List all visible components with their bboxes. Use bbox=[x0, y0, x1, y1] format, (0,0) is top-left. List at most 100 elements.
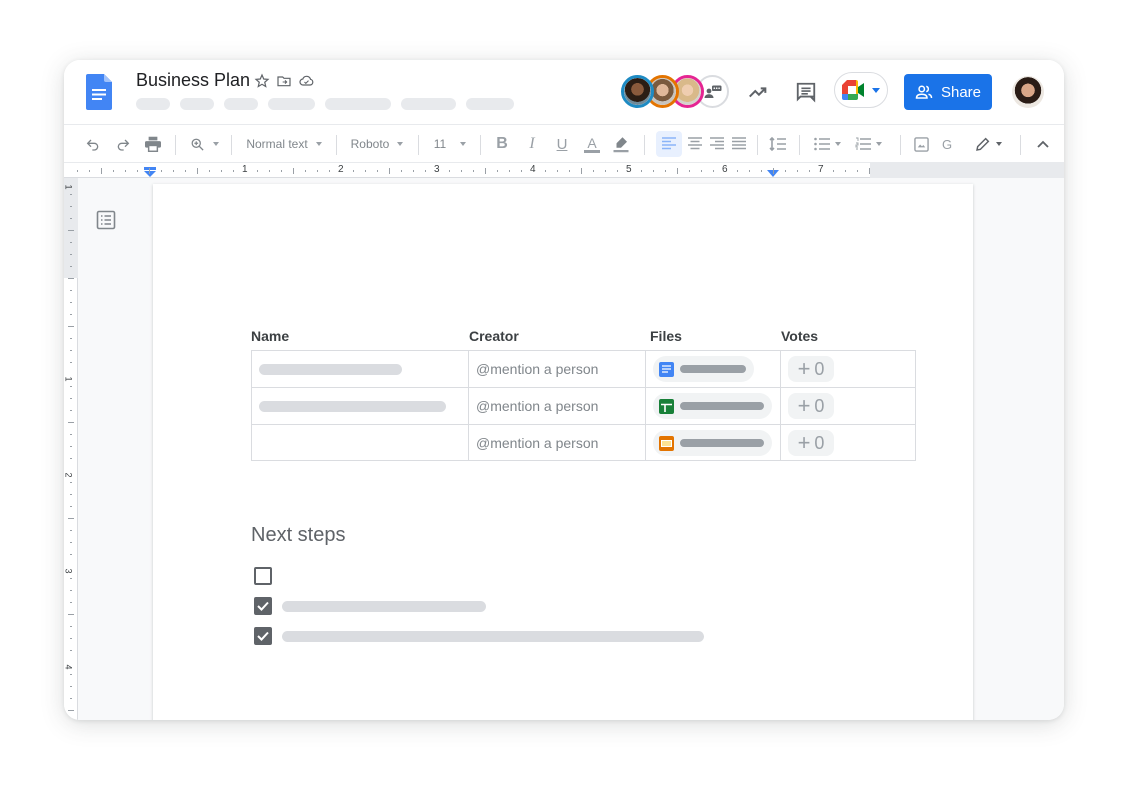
docs-logo-icon[interactable] bbox=[86, 74, 112, 110]
menu-item-placeholder[interactable] bbox=[136, 98, 170, 110]
account-avatar[interactable] bbox=[1012, 76, 1044, 108]
table-cell-name[interactable] bbox=[252, 425, 469, 461]
checkbox-checked[interactable] bbox=[254, 597, 272, 615]
ruler-tick bbox=[737, 170, 738, 172]
document-title[interactable]: Business Plan bbox=[136, 70, 250, 91]
table-cell-files[interactable] bbox=[646, 351, 781, 388]
font-select[interactable]: Roboto bbox=[346, 131, 408, 157]
table-cell-creator[interactable]: @mention a person bbox=[469, 425, 646, 461]
comments-button[interactable] bbox=[790, 76, 822, 108]
vote-count: 0 bbox=[814, 358, 825, 379]
app-header: Business Plan Share bbox=[64, 60, 1064, 124]
move-to-folder-icon[interactable] bbox=[275, 72, 293, 90]
trending-up-icon bbox=[749, 87, 767, 98]
line-spacing-button[interactable] bbox=[767, 131, 789, 157]
underline-button[interactable]: U bbox=[552, 131, 572, 157]
cloud-saved-icon[interactable] bbox=[297, 72, 315, 90]
star-icon[interactable] bbox=[253, 72, 271, 90]
highlight-color-button[interactable] bbox=[610, 131, 632, 157]
column-header-name: Name bbox=[251, 328, 290, 344]
ruler-tick bbox=[113, 170, 114, 172]
bulleted-list-button[interactable] bbox=[809, 131, 845, 157]
menu-item-placeholder[interactable] bbox=[325, 98, 391, 110]
text-color-button[interactable]: A bbox=[582, 131, 602, 157]
menu-item-placeholder[interactable] bbox=[224, 98, 258, 110]
ruler-tick bbox=[773, 168, 774, 174]
ruler-tick bbox=[70, 626, 72, 627]
activity-dashboard-button[interactable] bbox=[742, 76, 774, 108]
editing-mode-button[interactable] bbox=[970, 131, 1006, 157]
redo-button[interactable] bbox=[112, 131, 134, 157]
vote-button[interactable]: + 0 bbox=[788, 430, 834, 456]
ruler-tick bbox=[785, 170, 786, 172]
ruler-tick bbox=[68, 326, 74, 327]
hide-menus-button[interactable] bbox=[1032, 131, 1054, 157]
share-button[interactable]: Share bbox=[904, 74, 992, 110]
ruler-tick bbox=[70, 458, 72, 459]
ruler-tick bbox=[70, 254, 72, 255]
table-cell-files[interactable] bbox=[646, 425, 781, 461]
text-color-icon: A bbox=[587, 134, 597, 151]
vote-button[interactable]: + 0 bbox=[788, 393, 834, 419]
menu-item-placeholder[interactable] bbox=[401, 98, 456, 110]
justify-button[interactable] bbox=[728, 131, 750, 157]
chevron-down-icon bbox=[212, 142, 219, 146]
ruler-tick bbox=[70, 530, 72, 531]
ruler-tick bbox=[557, 170, 558, 172]
align-left-button[interactable] bbox=[656, 131, 682, 157]
ruler-number: 1 bbox=[242, 164, 248, 175]
vertical-ruler[interactable]: 1 1 2 3 4 bbox=[64, 178, 78, 720]
checkbox-unchecked[interactable] bbox=[254, 567, 272, 585]
ruler-tick bbox=[70, 314, 72, 315]
print-icon bbox=[145, 136, 161, 152]
menu-item-placeholder[interactable] bbox=[180, 98, 214, 110]
meet-button[interactable] bbox=[834, 72, 888, 108]
zoom-select[interactable] bbox=[186, 131, 222, 157]
toolbar-divider bbox=[799, 135, 800, 155]
table-cell-creator[interactable]: @mention a person bbox=[469, 388, 646, 425]
ruler-tick bbox=[809, 170, 810, 172]
document-outline-button[interactable] bbox=[96, 210, 116, 230]
paragraph-style-select[interactable]: Normal text bbox=[242, 131, 326, 157]
ruler-tick bbox=[461, 170, 462, 172]
font-size-select[interactable]: 11 bbox=[428, 131, 472, 157]
menu-bar bbox=[136, 98, 514, 110]
table-cell-votes[interactable]: + 0 bbox=[781, 351, 916, 388]
horizontal-ruler[interactable]: 1 2 3 4 5 6 7 bbox=[64, 162, 1064, 178]
vote-button[interactable]: + 0 bbox=[788, 356, 834, 382]
insert-link-button[interactable]: G bbox=[938, 131, 956, 157]
table-cell-name[interactable] bbox=[252, 388, 469, 425]
ruler-number: 1 bbox=[64, 184, 74, 190]
collaborator-avatar[interactable] bbox=[621, 75, 654, 108]
underline-icon: U bbox=[556, 135, 568, 153]
left-indent-marker[interactable] bbox=[143, 167, 157, 177]
insert-image-button[interactable] bbox=[910, 131, 932, 157]
table-cell-name[interactable] bbox=[252, 351, 469, 388]
table-cell-files[interactable] bbox=[646, 388, 781, 425]
file-chip-sheets[interactable] bbox=[653, 393, 772, 419]
chevron-down-icon bbox=[460, 142, 467, 146]
checkbox-checked[interactable] bbox=[254, 627, 272, 645]
numbered-list-button[interactable] bbox=[850, 131, 886, 157]
menu-item-placeholder[interactable] bbox=[268, 98, 315, 110]
toolbar-divider bbox=[480, 135, 481, 155]
print-button[interactable] bbox=[142, 131, 164, 157]
comment-icon bbox=[796, 82, 816, 103]
ruler-tick bbox=[689, 170, 690, 172]
bold-button[interactable]: B bbox=[492, 131, 512, 157]
ruler-number: 2 bbox=[64, 472, 74, 478]
table-cell-creator[interactable]: @mention a person bbox=[469, 351, 646, 388]
table-cell-votes[interactable]: + 0 bbox=[781, 425, 916, 461]
file-chip-docs[interactable] bbox=[653, 356, 754, 382]
italic-button[interactable]: I bbox=[522, 131, 542, 157]
document-page[interactable]: Name Creator Files Votes @mention a pers… bbox=[153, 184, 973, 720]
undo-button[interactable] bbox=[82, 131, 104, 157]
ruler-tick bbox=[101, 168, 102, 174]
align-right-button[interactable] bbox=[706, 131, 728, 157]
ruler-tick bbox=[68, 710, 74, 711]
file-chip-slides[interactable] bbox=[653, 430, 772, 456]
table-cell-votes[interactable]: + 0 bbox=[781, 388, 916, 425]
ruler-tick bbox=[197, 168, 198, 174]
align-center-button[interactable] bbox=[684, 131, 706, 157]
menu-item-placeholder[interactable] bbox=[466, 98, 514, 110]
